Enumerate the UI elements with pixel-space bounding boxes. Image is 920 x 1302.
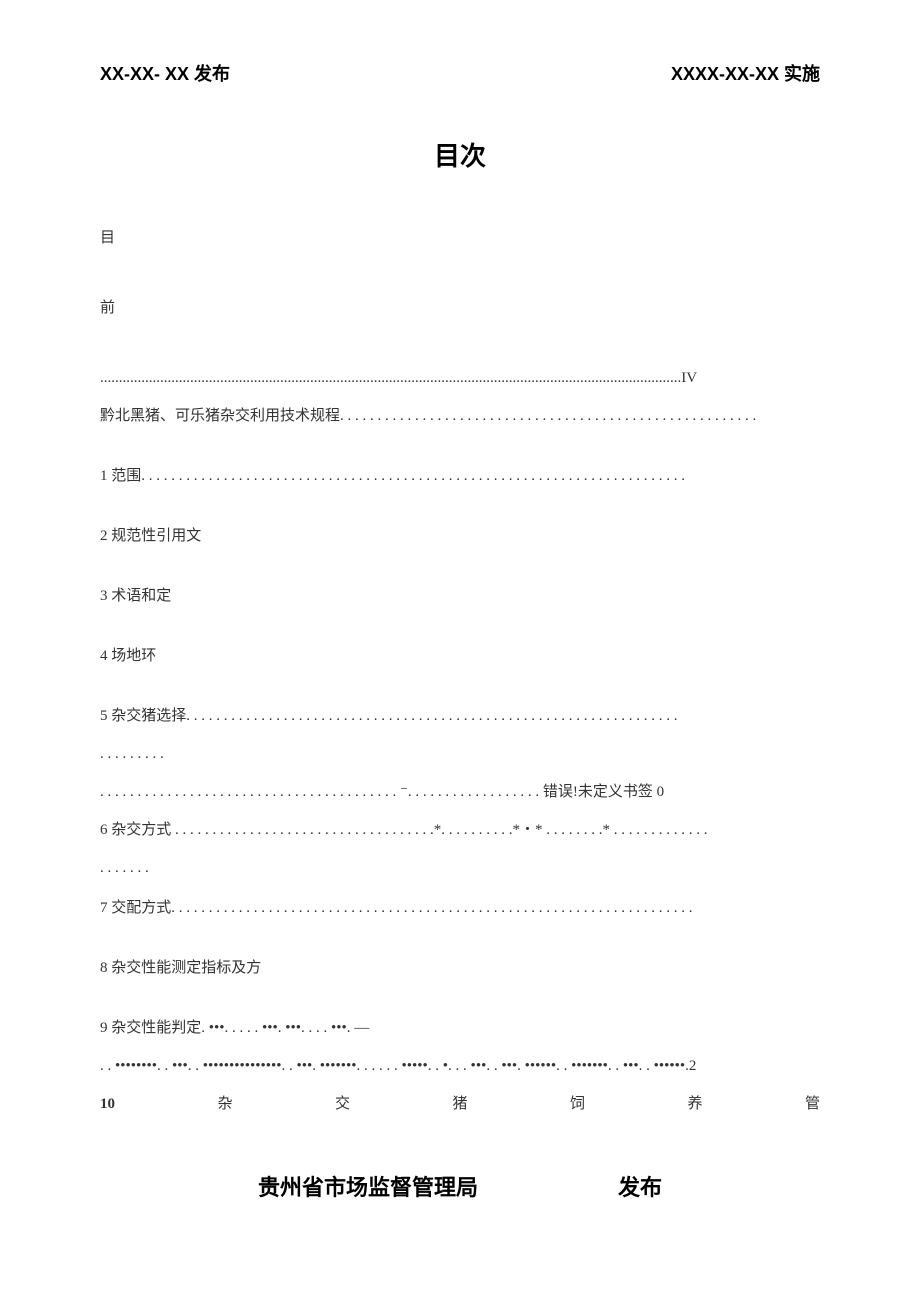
toc-item-4: 4 场地环: [100, 641, 820, 671]
footer: 贵州省市场监督管理局 发布: [0, 1170, 920, 1202]
toc-item-6a: 6 杂交方式 . . . . . . . . . . . . . . . . .…: [100, 815, 820, 845]
toc-item-9b: . . ••••••••. . •••. . •••••••••••••••. …: [100, 1051, 820, 1081]
header-left: XX-XX- XX 发布: [100, 60, 230, 86]
toc-body: 目 前 ....................................…: [100, 223, 820, 1119]
toc-item-10-c5: 养: [687, 1089, 702, 1119]
toc-item-5a: 5 杂交猪选择. . . . . . . . . . . . . . . . .…: [100, 701, 820, 731]
toc-item-10-c6: 管: [805, 1089, 820, 1119]
footer-right: 发布: [618, 1170, 662, 1202]
toc-item-10-n: 10: [100, 1089, 115, 1119]
header-right: XXXX-XX-XX 实施: [671, 60, 820, 86]
toc-line-iv: ........................................…: [100, 363, 820, 393]
toc-item-2: 2 规范性引用文: [100, 521, 820, 551]
toc-item-7: 7 交配方式. . . . . . . . . . . . . . . . . …: [100, 893, 820, 923]
toc-item-5b: . . . . . . . . .: [100, 739, 820, 769]
page-title: 目次: [100, 136, 820, 173]
toc-mu: 目: [100, 223, 820, 253]
toc-qian: 前: [100, 293, 820, 323]
toc-item-1: 1 范围. . . . . . . . . . . . . . . . . . …: [100, 461, 820, 491]
toc-item-10-c2: 交: [335, 1089, 350, 1119]
header-row: XX-XX- XX 发布 XXXX-XX-XX 实施: [100, 60, 820, 86]
toc-item-10-c1: 杂: [217, 1089, 232, 1119]
toc-item-10-c4: 饲: [570, 1089, 585, 1119]
toc-item-10-c3: 猪: [452, 1089, 467, 1119]
toc-main-rule: 黔北黑猪、可乐猪杂交利用技术规程. . . . . . . . . . . . …: [100, 401, 820, 431]
toc-item-8: 8 杂交性能测定指标及方: [100, 953, 820, 983]
toc-item-9a: 9 杂交性能判定. •••. . . . . •••. •••. . . . •…: [100, 1013, 820, 1043]
toc-item-6b: . . . . . . .: [100, 853, 820, 883]
toc-item-10: 10 杂 交 猪 饲 养 管: [100, 1089, 820, 1119]
toc-item-3: 3 术语和定: [100, 581, 820, 611]
toc-item-5c: . . . . . . . . . . . . . . . . . . . . …: [100, 777, 820, 807]
footer-left: 贵州省市场监督管理局: [258, 1170, 478, 1202]
